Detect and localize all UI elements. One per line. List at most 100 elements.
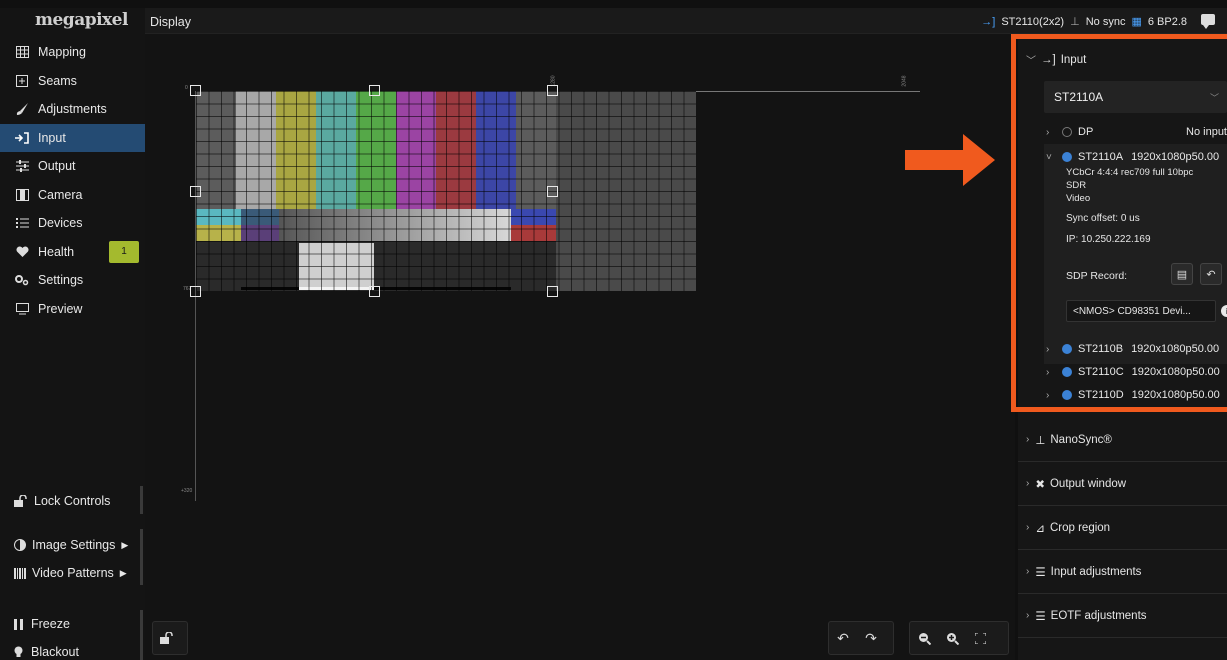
resize-handle-bottom-left[interactable] bbox=[190, 286, 201, 297]
resize-handle-mid-right[interactable] bbox=[547, 186, 558, 197]
input-arrow-icon bbox=[14, 131, 30, 145]
source-status-dot bbox=[1062, 127, 1072, 137]
input-section: ﹀ →] Input ST2110A ﹀ › DP No input ˅ ST2… bbox=[1018, 34, 1227, 440]
sidebar-item-label: Health bbox=[38, 244, 75, 259]
chevron-right-icon: › bbox=[1026, 478, 1030, 489]
chat-icon[interactable] bbox=[1201, 14, 1215, 29]
lock-controls-label: Lock Controls bbox=[34, 494, 111, 508]
sidebar-item-label: Output bbox=[38, 159, 76, 174]
zoom-in-icon[interactable] bbox=[938, 621, 966, 655]
gears-icon bbox=[14, 273, 30, 287]
selected-source: ST2110A bbox=[1054, 90, 1104, 104]
processor-status[interactable]: 6 BP2.8 bbox=[1148, 16, 1187, 28]
source-row-st2110c[interactable]: › ST2110C 1920x1080p50.00 bbox=[1046, 362, 1227, 382]
resize-handle-top-mid[interactable] bbox=[369, 85, 380, 96]
freeze-button[interactable]: Freeze bbox=[0, 610, 140, 638]
sidebar-item-devices[interactable]: Devices bbox=[0, 209, 145, 238]
resize-handle-bottom-right[interactable] bbox=[547, 286, 558, 297]
annotation-arrow-icon bbox=[905, 134, 995, 186]
heart-icon bbox=[14, 245, 30, 259]
sidebar-item-output[interactable]: Output bbox=[0, 152, 145, 181]
sdp-reset-icon[interactable]: ↶ bbox=[1200, 263, 1222, 285]
sidebar-item-label: Devices bbox=[38, 216, 83, 231]
resize-handle-top-left[interactable] bbox=[190, 85, 201, 96]
source-format: 1920x1080p50.00 bbox=[1131, 151, 1220, 163]
view-title: Display bbox=[150, 15, 191, 29]
sidebar-item-input[interactable]: Input bbox=[0, 123, 145, 152]
source-name: DP bbox=[1078, 126, 1094, 138]
sdp-file-icon[interactable]: ▤ bbox=[1171, 263, 1193, 285]
sidebar-item-camera[interactable]: Camera bbox=[0, 181, 145, 210]
sidebar-item-adjustments[interactable]: Adjustments bbox=[0, 95, 145, 124]
source-row-dp[interactable]: › DP No input bbox=[1046, 122, 1227, 142]
lock-controls-button[interactable]: Lock Controls bbox=[0, 487, 140, 515]
input-section-title: Input bbox=[1060, 53, 1087, 66]
section-input-adjustments[interactable]: › ☰ Input adjustments bbox=[1018, 550, 1227, 594]
nmos-device-select[interactable]: <NMOS> CD98351 Devi... bbox=[1066, 300, 1216, 322]
sidebar-item-label: Camera bbox=[38, 187, 83, 202]
input-source-select[interactable]: ST2110A ﹀ bbox=[1044, 81, 1227, 113]
chevron-right-icon: › bbox=[1046, 343, 1050, 355]
sync-offset: Sync offset: 0 us bbox=[1066, 213, 1140, 224]
unlock-icon bbox=[14, 495, 28, 507]
source-row-st2110a[interactable]: ˅ ST2110A 1920x1080p50.00 bbox=[1046, 147, 1227, 167]
canvas-lock-toolbar bbox=[152, 621, 188, 655]
redo-icon[interactable]: ↷ bbox=[857, 621, 885, 655]
sliders-icon: ☰ bbox=[1035, 610, 1046, 623]
sidebar-item-seams[interactable]: Seams bbox=[0, 67, 145, 96]
input-section-header[interactable]: ﹀ →] Input bbox=[1026, 52, 1087, 68]
white-patch bbox=[299, 243, 374, 289]
source-format: 1920x1080p50.00 bbox=[1131, 343, 1220, 355]
source-name: ST2110C bbox=[1078, 366, 1124, 378]
pattern-row-2 bbox=[196, 209, 556, 241]
sidebar-item-preview[interactable]: Preview bbox=[0, 295, 145, 324]
section-crop-region[interactable]: › ⊿ Crop region bbox=[1018, 506, 1227, 550]
resize-handle-top-right[interactable] bbox=[547, 85, 558, 96]
section-nanosync[interactable]: › ⊥ NanoSync® bbox=[1018, 418, 1227, 462]
unlock-icon[interactable] bbox=[153, 621, 181, 655]
source-format: No input bbox=[1186, 126, 1227, 138]
source-row-st2110b[interactable]: › ST2110B 1920x1080p50.00 bbox=[1046, 339, 1227, 359]
sidebar-item-health[interactable]: Health 1 bbox=[0, 238, 145, 267]
video-patterns-button[interactable]: Video Patterns ▶ bbox=[0, 559, 140, 587]
section-title: EOTF adjustments bbox=[1050, 609, 1147, 622]
source-row-st2110d[interactable]: › ST2110D 1920x1080p50.00 bbox=[1046, 385, 1227, 405]
test-pattern-image[interactable] bbox=[196, 91, 696, 291]
chevron-down-icon: ˅ bbox=[1046, 151, 1052, 163]
chevron-right-icon: › bbox=[1046, 389, 1050, 401]
section-output-window[interactable]: › ✖ Output window bbox=[1018, 462, 1227, 506]
image-settings-button[interactable]: Image Settings ▶ bbox=[0, 531, 140, 559]
sliders-icon: ☰ bbox=[1035, 566, 1046, 579]
zoom-toolbar bbox=[909, 621, 1009, 655]
section-eotf-adjustments[interactable]: › ☰ EOTF adjustments bbox=[1018, 594, 1227, 638]
undo-icon[interactable]: ↶ bbox=[829, 621, 857, 655]
divider bbox=[140, 529, 143, 585]
section-title: Crop region bbox=[1049, 521, 1111, 534]
chevron-right-icon: › bbox=[1026, 566, 1030, 577]
chevron-down-icon: ﹀ bbox=[1209, 93, 1219, 103]
properties-panel: ﹀ →] Input ST2110A ﹀ › DP No input ˅ ST2… bbox=[1018, 34, 1227, 660]
blackout-button[interactable]: Blackout bbox=[0, 638, 140, 660]
source-status-dot bbox=[1062, 152, 1072, 162]
fit-screen-icon[interactable] bbox=[966, 621, 994, 655]
sidebar-item-mapping[interactable]: Mapping bbox=[0, 38, 145, 67]
chevron-down-icon: ﹀ bbox=[1026, 56, 1036, 67]
color-format: YCbCr 4:4:4 rec709 full 10bpc bbox=[1066, 167, 1194, 178]
section-title: Input adjustments bbox=[1050, 565, 1142, 578]
contrast-icon bbox=[14, 539, 26, 551]
resize-handle-bottom-mid[interactable] bbox=[369, 286, 380, 297]
ip-address: IP: 10.250.222.169 bbox=[1066, 234, 1151, 245]
zoom-out-icon[interactable] bbox=[910, 621, 938, 655]
dynamic-range: SDR bbox=[1066, 180, 1087, 191]
sidebar-item-settings[interactable]: Settings bbox=[0, 266, 145, 295]
sync-status[interactable]: No sync bbox=[1086, 16, 1126, 28]
chevron-right-icon: › bbox=[1026, 610, 1030, 621]
sidebar-item-label: Input bbox=[38, 130, 66, 145]
input-status[interactable]: ST2110(2x2) bbox=[1001, 16, 1064, 28]
resize-handle-mid-left[interactable] bbox=[190, 186, 201, 197]
sidebar: megapixel Mapping Seams Adjustments Inpu… bbox=[0, 8, 145, 660]
info-icon[interactable]: i bbox=[1221, 305, 1227, 317]
nanosync-icon: ⊥ bbox=[1035, 434, 1046, 447]
video-patterns-label: Video Patterns bbox=[32, 566, 114, 580]
image-settings-label: Image Settings bbox=[32, 538, 116, 552]
